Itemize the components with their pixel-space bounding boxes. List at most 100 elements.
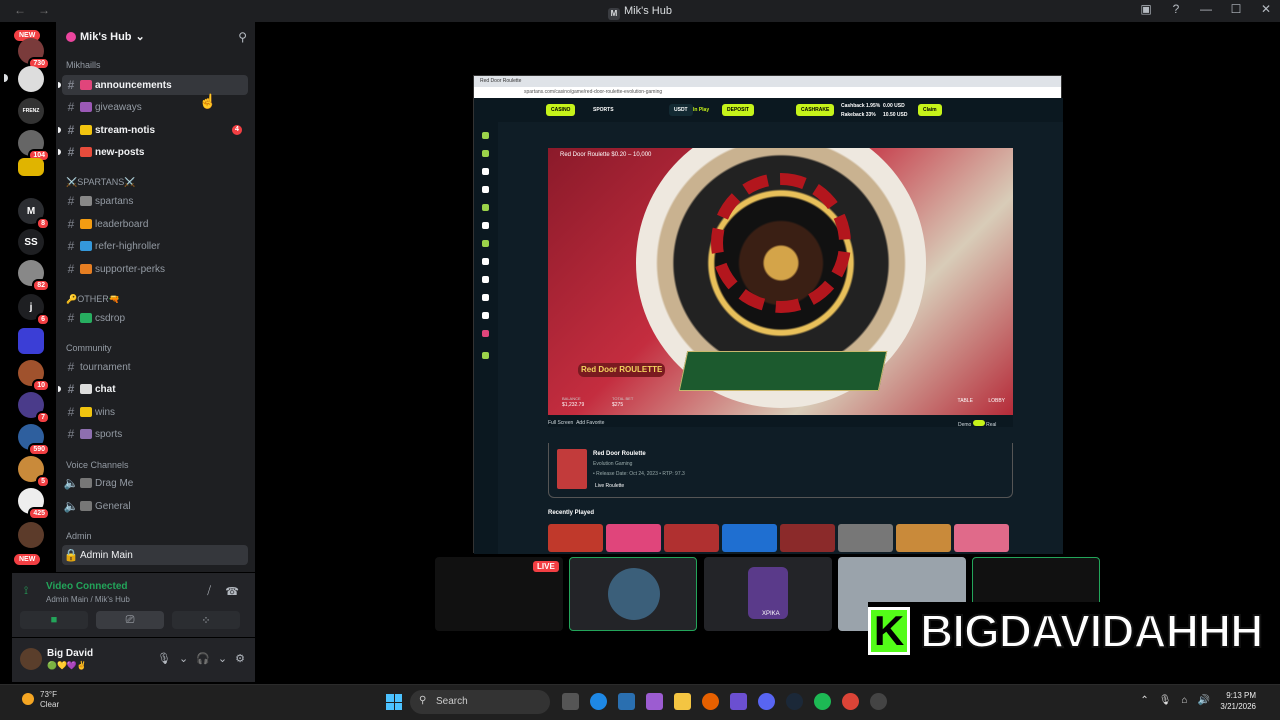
nav-icon[interactable] [482,186,489,193]
game-tile[interactable] [838,524,893,552]
nav-icon[interactable] [482,150,489,157]
server-icon[interactable]: 730 [18,38,50,70]
server-icon[interactable]: 590 [18,424,50,456]
game-tile[interactable] [664,524,719,552]
browser-address-bar[interactable]: spartans.com/casino/game/red-door-roulet… [474,87,1061,98]
add-member-icon[interactable]: ⚲ [238,30,247,44]
server-icon[interactable] [18,66,44,92]
demo-toggle[interactable]: Demo Real [958,420,996,428]
weather-icon[interactable] [22,693,34,705]
toggle-switch[interactable] [972,420,985,426]
store-icon[interactable] [618,693,635,710]
voice-channel-admin-main[interactable]: 🔒 Admin Main [62,545,248,565]
stream-browser-window[interactable]: Red Door Roulette spartans.com/casino/ga… [473,75,1063,554]
category-community[interactable]: Community [66,343,112,353]
server-icon[interactable]: 82 [18,260,50,292]
nav-icon[interactable] [482,168,489,175]
channel-spartans[interactable]: # spartans [62,191,248,211]
server-icon[interactable] [18,158,44,176]
server-icon[interactable]: j6 [18,294,50,326]
game-tile[interactable] [954,524,1009,552]
channel-csdrop[interactable]: # csdrop [62,308,248,328]
camera-button[interactable]: ■ [20,611,88,629]
channel-sports[interactable]: # sports [62,424,248,444]
roulette-game-view[interactable]: Red Door Roulette $0.20 – 10,000 Red Doo… [548,148,1013,415]
chevron-down-icon[interactable]: ⌄ [179,652,188,665]
chrome-icon[interactable] [842,693,859,710]
obs-icon[interactable] [870,693,887,710]
server-icon[interactable]: 7 [18,392,50,424]
volume-icon[interactable]: 🔊 [1198,695,1210,706]
nav-icon[interactable] [482,204,489,211]
server-icon[interactable]: 104 [18,130,50,162]
disconnect-icon[interactable]: ☎ [225,585,239,598]
game-thumbnail[interactable] [557,449,587,489]
screen-share-button[interactable]: ⎚ [96,611,164,629]
maximize-icon[interactable]: ☐ [1230,2,1242,16]
weather-widget[interactable]: 73°F Clear [40,690,59,710]
game-tile[interactable] [780,524,835,552]
channel-stream-notis[interactable]: # stream-notis 4 [58,120,248,140]
game-tile[interactable] [548,524,603,552]
minimize-icon[interactable]: — [1200,2,1212,16]
category-spartans[interactable]: ⚔️SPARTANS⚔️ [66,177,135,188]
nav-icon[interactable] [482,352,489,359]
nav-icon[interactable] [482,240,489,247]
server-header[interactable]: Mik's Hub ⌄ [66,30,145,43]
channel-wins[interactable]: # wins [62,402,248,422]
nav-icon[interactable] [482,222,489,229]
nav-icon[interactable] [482,312,489,319]
noise-suppression-icon[interactable]: ⧸ [207,585,211,598]
channel-giveaways[interactable]: # giveaways [62,97,248,117]
casino-tab[interactable]: CASINO [546,104,576,116]
help-icon[interactable]: ? [1170,2,1182,16]
server-icon[interactable]: 5 [18,456,50,488]
category-mikhaills[interactable]: Mikhaills [66,60,101,70]
taskbar-clock[interactable]: 9:13 PM 3/21/2026 [1220,690,1256,712]
channel-chat[interactable]: # chat [58,379,248,399]
channel-refer-highroller[interactable]: # refer-highroller [62,236,248,256]
steam-icon[interactable] [786,693,803,710]
nav-icon[interactable] [482,258,489,265]
deposit-button[interactable]: DEPOSIT [722,104,754,116]
browser-tab[interactable]: Red Door Roulette [474,76,1061,87]
app-icon[interactable] [730,693,747,710]
full-screen-button[interactable]: Full Screen [548,420,573,426]
server-icon[interactable]: SS [18,229,44,255]
participant-tile[interactable]: XPIKA [704,557,832,631]
cashrake-button[interactable]: CASHRAKE [796,104,835,116]
avatar[interactable] [20,648,42,670]
signal-icon[interactable]: ⟟ [24,585,28,598]
chevron-up-icon[interactable]: ⌃ [1140,695,1148,706]
server-icon[interactable]: M8 [18,198,50,230]
game-tile[interactable] [722,524,777,552]
headphones-icon[interactable]: 🎧 [196,652,210,665]
gear-icon[interactable]: ⚙ [235,652,245,665]
lobby-button[interactable]: LOBBY [988,398,1005,404]
category-other[interactable]: 🔑OTHER🔫 [66,294,120,305]
inbox-icon[interactable]: ▣ [1140,2,1152,16]
channel-leaderboard[interactable]: # leaderboard [62,214,248,234]
nav-icon[interactable] [482,276,489,283]
category-admin[interactable]: Admin [66,531,92,541]
server-icon[interactable]: 425 [18,488,50,520]
game-tile[interactable] [606,524,661,552]
discord-icon[interactable] [758,693,775,710]
game-tile[interactable] [896,524,951,552]
server-icon[interactable]: 10 [18,360,50,392]
nav-icon[interactable] [482,132,489,139]
table-button[interactable]: TABLE [958,398,973,404]
firefox-icon[interactable] [702,693,719,710]
task-view-icon[interactable] [562,693,579,710]
nav-icon[interactable] [482,330,489,337]
chevron-down-icon[interactable]: ⌄ [218,652,227,665]
channel-supporter-perks[interactable]: # supporter-perks [62,259,248,279]
activities-button[interactable]: ⁘ [172,611,240,629]
betting-table[interactable] [678,351,888,391]
file-explorer-icon[interactable] [674,693,691,710]
spotify-icon[interactable] [814,693,831,710]
channel-announcements[interactable]: # announcements [58,75,248,95]
claim-button[interactable]: Claim [918,104,942,116]
add-favorite-button[interactable]: Add Favorite [576,420,604,426]
category-voice-channels[interactable]: Voice Channels [66,460,129,470]
